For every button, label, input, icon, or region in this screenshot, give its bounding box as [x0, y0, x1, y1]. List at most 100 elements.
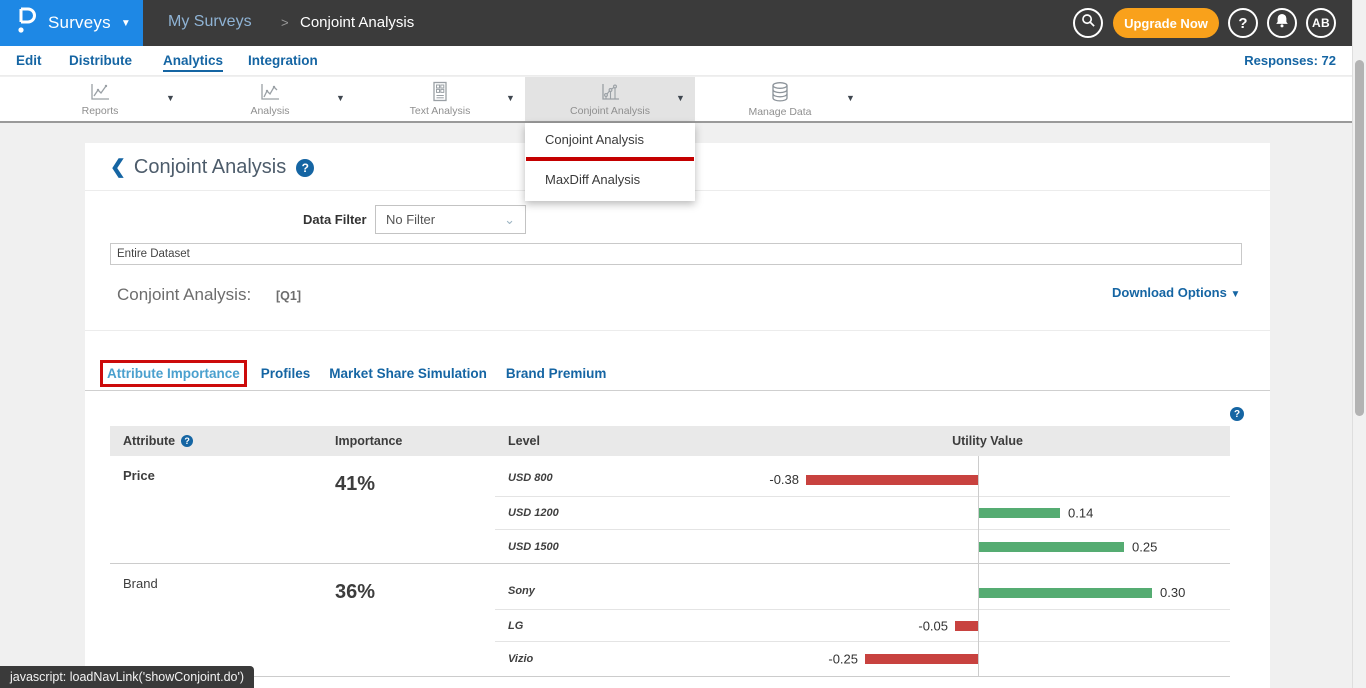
level-row: USD 12000.14 — [495, 497, 1230, 530]
status-link-preview: javascript: loadNavLink('showConjoint.do… — [0, 666, 254, 688]
level-label: Vizio — [495, 642, 745, 676]
level-label: USD 800 — [495, 456, 745, 496]
nav-item-analytics[interactable]: Analytics — [163, 53, 223, 72]
analysis-dropdown-caret-icon[interactable]: ▼ — [336, 93, 345, 103]
reports-dropdown-caret-icon[interactable]: ▼ — [166, 93, 175, 103]
text-analysis-icon — [430, 81, 450, 102]
col-header-importance: Importance — [335, 426, 495, 456]
level-label: USD 1500 — [495, 530, 745, 563]
toolbar-item-label: Text Analysis — [410, 105, 471, 117]
levels-block: Sony0.30LG-0.05Vizio-0.25 — [495, 564, 1230, 676]
data-filter-value: No Filter — [386, 212, 435, 227]
tab-attribute-importance[interactable]: Attribute Importance — [100, 360, 247, 387]
survey-nav: Edit Distribute Analytics Integration Re… — [0, 46, 1366, 76]
conjoint-analysis-menu: Conjoint Analysis MaxDiff Analysis — [525, 123, 695, 201]
attribute-name: Brand — [110, 564, 335, 676]
tab-brand-premium[interactable]: Brand Premium — [506, 366, 607, 381]
menu-item-conjoint-analysis[interactable]: Conjoint Analysis — [525, 123, 695, 157]
analytics-toolbar: Reports ▼ Analysis ▼ Text Analysis ▼ Con… — [0, 77, 1366, 123]
level-row: USD 800 -0.38 — [495, 456, 1230, 497]
avatar[interactable]: AB — [1306, 8, 1336, 38]
col-header-utility-value: Utility Value — [745, 426, 1230, 456]
help-icon: ? — [1238, 15, 1247, 32]
question-reference: [Q1] — [276, 289, 301, 303]
dataset-field[interactable] — [110, 243, 1242, 265]
chevron-down-icon: ▼ — [1230, 289, 1240, 300]
table-help-icon[interactable]: ? — [1230, 407, 1244, 421]
page-help-icon[interactable]: ? — [296, 159, 314, 177]
tab-market-share-simulation[interactable]: Market Share Simulation — [329, 366, 487, 381]
toolbar-item-label: Manage Data — [748, 106, 811, 118]
help-button[interactable]: ? — [1228, 8, 1258, 38]
toolbar-item-reports[interactable]: Reports — [30, 77, 170, 121]
divider — [85, 330, 1270, 331]
vertical-scrollbar[interactable] — [1352, 0, 1366, 688]
level-label: Sony — [495, 564, 745, 609]
attribute-importance-table: Attribute? Importance Level Utility Valu… — [110, 426, 1230, 677]
negative-utility-bar — [806, 475, 978, 485]
level-label: USD 1200 — [495, 497, 745, 529]
positive-utility-bar — [979, 508, 1060, 518]
level-label: LG — [495, 610, 745, 641]
level-row: Vizio -0.25 — [495, 642, 1230, 676]
tabs-underline — [85, 390, 1270, 391]
avatar-initials: AB — [1312, 16, 1330, 30]
database-icon — [769, 81, 791, 103]
toolbar-item-label: Reports — [82, 105, 119, 117]
responses-count[interactable]: Responses: 72 — [1244, 53, 1336, 68]
data-filter-select[interactable]: No Filter ⌄ — [375, 205, 526, 234]
bell-icon — [1275, 13, 1289, 33]
tab-profiles[interactable]: Profiles — [261, 366, 311, 381]
negative-utility-bar — [955, 621, 978, 631]
manage-data-dropdown-caret-icon[interactable]: ▼ — [846, 93, 855, 103]
breadcrumb-parent[interactable]: My Surveys — [168, 13, 252, 31]
positive-utility-bar — [979, 588, 1152, 598]
annotation-red-underline — [526, 157, 694, 161]
conjoint-dropdown-caret-icon[interactable]: ▼ — [676, 93, 685, 103]
attribute-help-icon[interactable]: ? — [181, 435, 193, 447]
utility-value-label: -0.05 — [918, 618, 948, 633]
back-icon[interactable]: ❮ — [110, 156, 126, 179]
nav-item-integration[interactable]: Integration — [248, 53, 318, 68]
table-header-row: Attribute? Importance Level Utility Valu… — [110, 426, 1230, 456]
level-row: USD 1500 0.25 — [495, 530, 1230, 563]
utility-value-label: -0.25 — [828, 652, 858, 667]
utility-bar-cell: -0.38 — [745, 456, 1230, 496]
download-options-button[interactable]: Download Options ▼ — [1112, 285, 1240, 300]
toolbar-item-conjoint-analysis[interactable]: Conjoint Analysis — [525, 77, 695, 121]
utility-bar-cell: 0.14 — [745, 497, 1230, 529]
questionpro-logo-icon — [13, 6, 39, 41]
importance-value: 41% — [335, 456, 495, 563]
attribute-group-row: Price41%USD 800 -0.38 USD 12000.14USD 1500… — [110, 456, 1230, 564]
chevron-down-icon: ▼ — [121, 18, 131, 29]
analysis-chart-icon — [259, 82, 281, 102]
utility-bar-cell: 0.25 — [745, 530, 1230, 563]
scrollbar-thumb[interactable] — [1355, 60, 1364, 416]
toolbar-item-label: Conjoint Analysis — [570, 105, 650, 117]
utility-value-label: 0.25 — [1132, 539, 1157, 554]
notifications-button[interactable] — [1267, 8, 1297, 38]
toolbar-item-analysis[interactable]: Analysis — [200, 77, 340, 121]
report-chart-icon — [89, 82, 111, 102]
level-row: LG -0.05 — [495, 610, 1230, 642]
utility-bar-cell: -0.05 — [745, 610, 1230, 641]
menu-item-maxdiff-analysis[interactable]: MaxDiff Analysis — [525, 163, 695, 197]
section-title: Conjoint Analysis: — [117, 285, 251, 305]
attribute-name: Price — [110, 456, 335, 563]
toolbar-item-text-analysis[interactable]: Text Analysis — [370, 77, 510, 121]
upgrade-now-button[interactable]: Upgrade Now — [1113, 8, 1219, 38]
table-body: Price41%USD 800 -0.38 USD 12000.14USD 1500… — [110, 456, 1230, 677]
importance-value: 36% — [335, 564, 495, 676]
nav-item-edit[interactable]: Edit — [16, 53, 42, 68]
attribute-group-row: Brand36%Sony0.30LG-0.05Vizio-0.25 — [110, 564, 1230, 677]
product-switcher[interactable]: Surveys ▼ — [0, 0, 143, 46]
text-analysis-dropdown-caret-icon[interactable]: ▼ — [506, 93, 515, 103]
product-name: Surveys — [48, 13, 111, 33]
utility-value-label: -0.38 — [769, 472, 799, 487]
breadcrumb-separator: > — [281, 15, 289, 30]
search-button[interactable] — [1073, 8, 1103, 38]
search-icon — [1081, 13, 1096, 33]
nav-item-distribute[interactable]: Distribute — [69, 53, 132, 68]
positive-utility-bar — [979, 542, 1124, 552]
toolbar-item-manage-data[interactable]: Manage Data — [710, 77, 850, 121]
